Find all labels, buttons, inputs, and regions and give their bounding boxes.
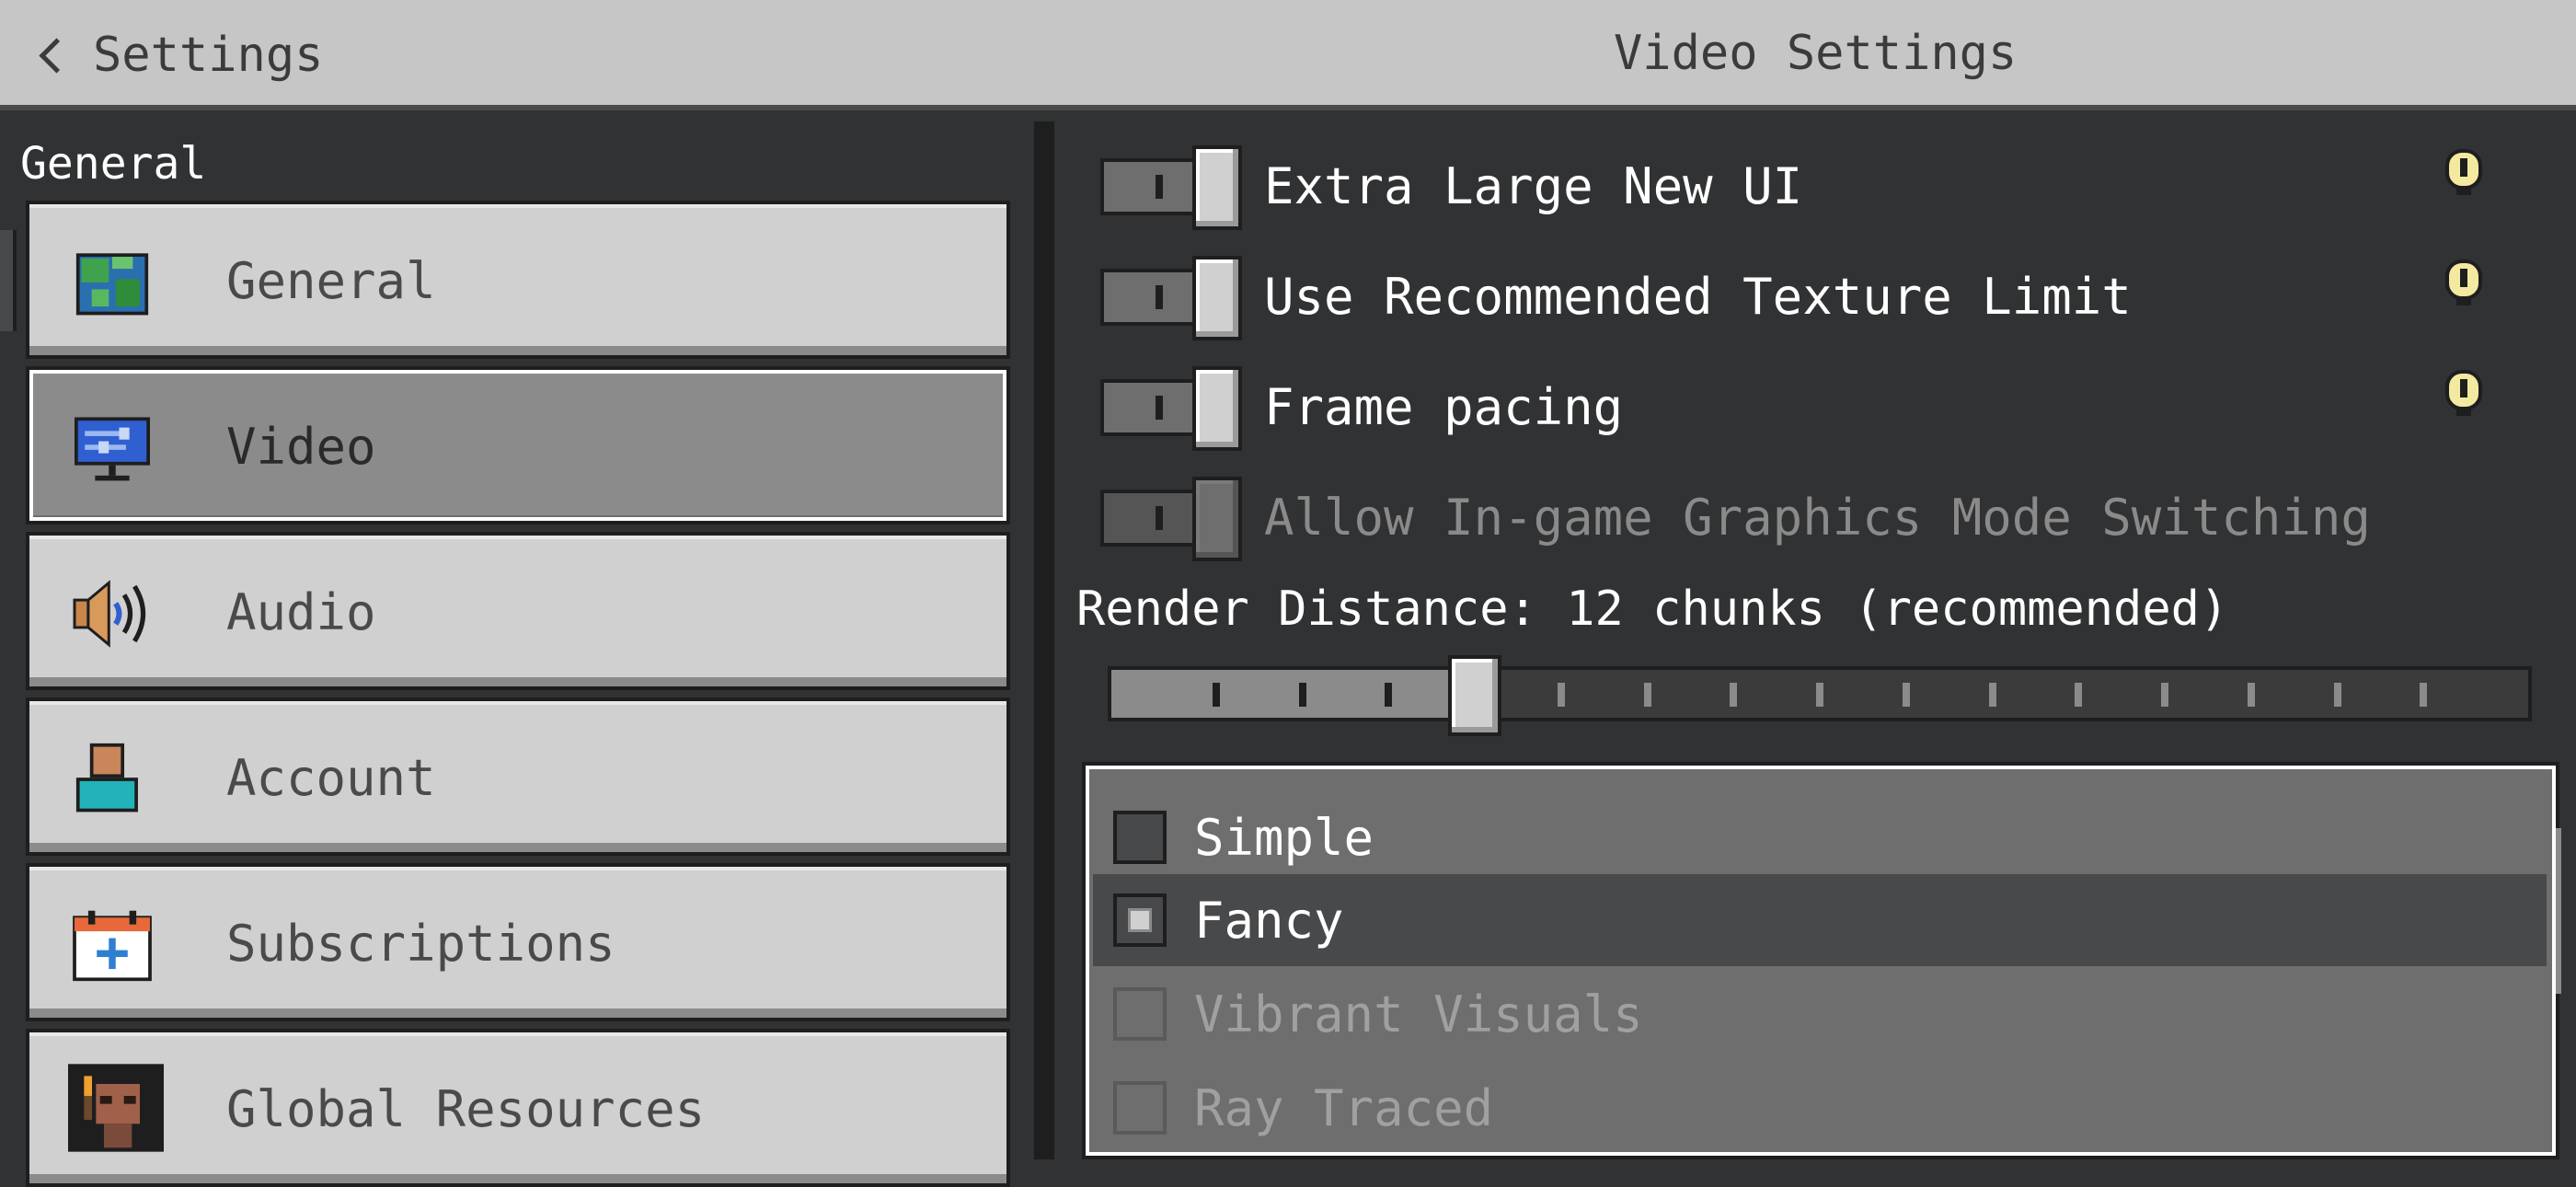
speaker-icon [73,580,146,648]
radio-label: Fancy [1194,891,1344,950]
radio-box-checked [1113,893,1167,947]
render-distance-label: Render Distance: 12 chunks (recommended) [1076,582,2229,637]
slider-thumb[interactable] [1448,655,1501,736]
sidebar-item-general[interactable]: General [26,201,1010,359]
globe-icon [75,253,149,316]
radio-dot [1128,908,1152,932]
radio-label: Simple [1194,808,1374,867]
list-scrollbar[interactable] [2556,828,2561,994]
user-icon [75,743,138,812]
slider-tick [1643,683,1651,707]
slider-tick [1730,683,1738,707]
resource-pack-icon [68,1064,164,1152]
slider-tick [2075,683,2083,707]
radio-box [1113,811,1167,864]
slider-tick [2333,683,2341,707]
calendar-plus-icon [73,910,152,982]
slider-fill [1111,670,1475,718]
graphics-mode-list: Simple Fancy Vibrant Visuals Ray Traced [1082,762,2559,1159]
sidebar-item-subscriptions[interactable]: Subscriptions [26,863,1010,1021]
sidebar-item-label: General [226,252,436,310]
monitor-icon [75,417,150,481]
slider-tick [2247,683,2255,707]
sidebar-item-label: Global Resources [226,1080,706,1138]
slider-tick [1816,683,1823,707]
slider-tick [2161,683,2168,707]
back-button[interactable]: Settings [33,20,323,90]
toggle-label: Use Recommended Texture Limit [1264,267,2132,326]
toggle-label: Allow In-game Graphics Mode Switching [1264,488,2371,547]
info-icon[interactable] [2444,147,2484,199]
toggle-label: Extra Large New UI [1264,156,1803,215]
sidebar-item-label: Audio [226,583,376,641]
sidebar-item-audio[interactable]: Audio [26,532,1010,690]
top-bar: Settings Video Settings [0,0,2576,110]
chevron-left-icon [39,37,75,74]
toggle-switch [1100,473,1244,561]
toggle-switch[interactable] [1100,363,1244,451]
radio-box [1113,1081,1167,1135]
render-distance-slider[interactable] [1108,655,2532,736]
slider-tick [2420,683,2428,707]
back-label: Settings [93,28,324,83]
sidebar-item-account[interactable]: Account [26,697,1010,856]
slider-tick [1298,683,1306,707]
info-icon[interactable] [2444,258,2484,309]
slider-tick [1988,683,1996,707]
radio-label: Ray Traced [1194,1078,1494,1137]
radio-option-ray-traced: Ray Traced [1093,1062,2547,1154]
sidebar-item-label: Subscriptions [226,915,615,973]
toggle-switch[interactable] [1100,142,1244,230]
toggle-row-extra-large-ui: Extra Large New UI [1100,140,1802,232]
sidebar-section-label: General [20,138,207,190]
slider-tick [1212,683,1220,707]
radio-option-simple[interactable]: Simple [1093,791,2547,883]
divider [1034,121,1047,1159]
toggle-row-graphics-mode-switching: Allow In-game Graphics Mode Switching [1100,471,2371,563]
toggle-switch[interactable] [1100,252,1244,340]
radio-label: Vibrant Visuals [1194,985,1643,1043]
slider-tick [1902,683,1910,707]
toggle-label: Frame pacing [1264,377,1624,436]
sidebar-scroll-nub [0,230,17,331]
sidebar-item-video[interactable]: Video [26,366,1010,524]
slider-tick [1385,683,1393,707]
radio-box [1113,987,1167,1041]
sidebar-item-label: Account [226,749,436,807]
sidebar-item-global-resources[interactable]: Global Resources [26,1029,1010,1187]
slider-tick [1557,683,1565,707]
toggle-row-texture-limit: Use Recommended Texture Limit [1100,250,2132,342]
info-icon[interactable] [2444,368,2484,420]
radio-option-fancy[interactable]: Fancy [1093,874,2547,966]
page-title: Video Settings [1614,26,2018,81]
toggle-row-frame-pacing: Frame pacing [1100,361,1623,453]
sidebar-item-label: Video [226,418,376,476]
radio-option-vibrant-visuals: Vibrant Visuals [1093,968,2547,1060]
